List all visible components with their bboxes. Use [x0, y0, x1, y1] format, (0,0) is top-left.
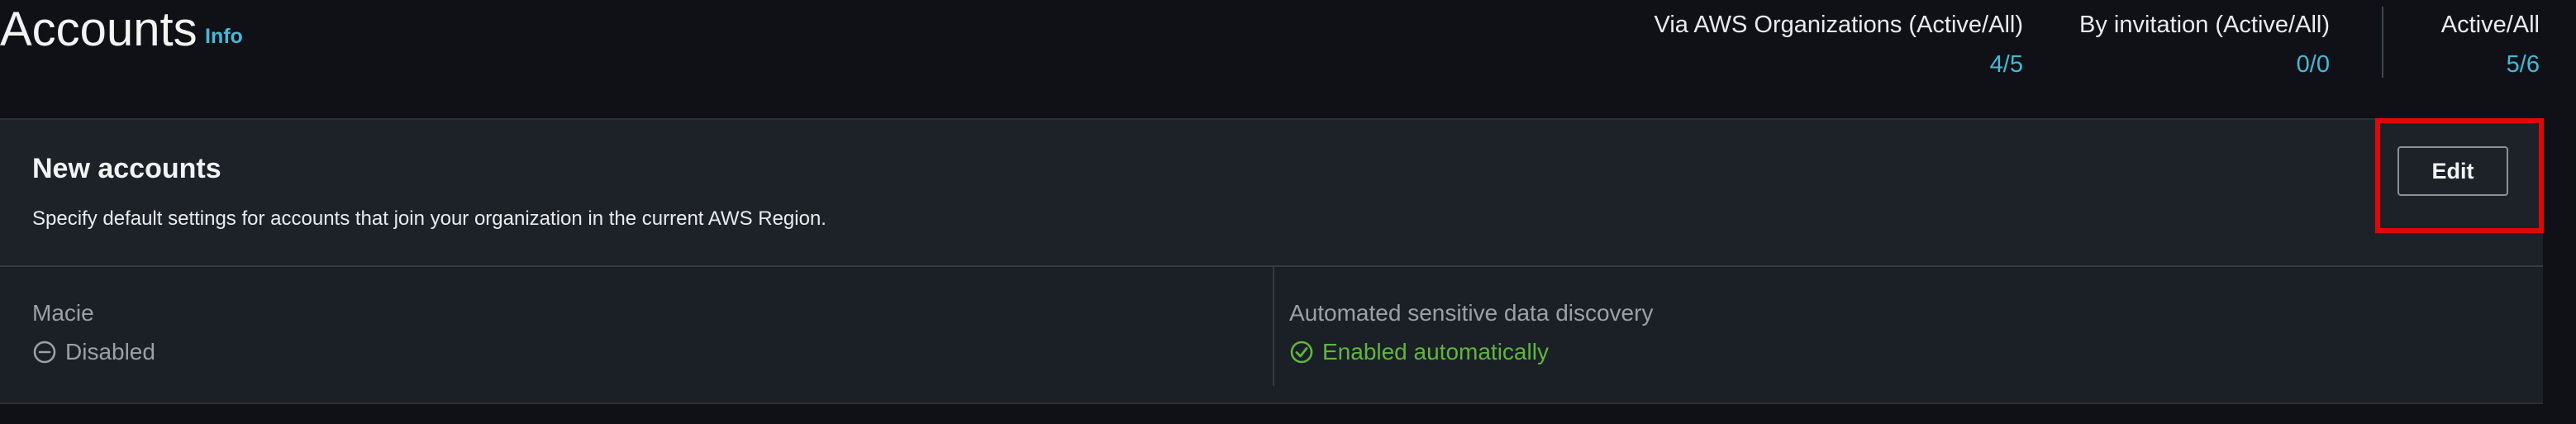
page-header: Accounts Info Via AWS Organizations (Act… [0, 0, 2576, 116]
new-accounts-panel: New accounts Specify default settings fo… [0, 118, 2544, 404]
stat-divider [2382, 7, 2383, 78]
info-link[interactable]: Info [205, 25, 243, 49]
stat-total-label: Active/All [2440, 12, 2540, 38]
stat-organizations-value[interactable]: 4/5 [1655, 48, 2023, 81]
stat-invitation-label: By invitation (Active/All) [2079, 12, 2330, 38]
accounts-page: Accounts Info Via AWS Organizations (Act… [0, 0, 2576, 424]
new-accounts-settings: Macie Disabled Automated sensitive data … [0, 267, 2543, 404]
check-circle-icon [1289, 340, 1314, 364]
discovery-label: Automated sensitive data discovery [1289, 300, 1654, 326]
panel-description: Specify default settings for accounts th… [32, 207, 826, 230]
stat-invitation: By invitation (Active/All) 0/0 [2079, 8, 2330, 81]
macie-setting: Macie Disabled [32, 267, 1264, 386]
stat-invitation-value[interactable]: 0/0 [2079, 48, 2330, 81]
edit-button-highlight [2375, 118, 2544, 233]
panel-title: New accounts [32, 153, 221, 184]
new-accounts-panel-header: New accounts Specify default settings fo… [0, 118, 2544, 267]
stat-total-value[interactable]: 5/6 [2441, 48, 2540, 81]
stat-organizations-label: Via AWS Organizations (Active/All) [1654, 12, 2023, 38]
stat-total: Active/All 5/6 [2441, 8, 2540, 81]
page-title: Accounts [0, 2, 198, 56]
macie-status: Disabled [32, 336, 1264, 368]
discovery-setting: Automated sensitive data discovery Enabl… [1273, 267, 2529, 386]
stat-organizations: Via AWS Organizations (Active/All) 4/5 [1655, 8, 2023, 81]
macie-label: Macie [32, 300, 94, 326]
minus-circle-icon [32, 340, 57, 364]
discovery-status-text: Enabled automatically [1322, 339, 1549, 364]
macie-status-text: Disabled [65, 339, 155, 364]
discovery-status: Enabled automatically [1289, 336, 2529, 368]
